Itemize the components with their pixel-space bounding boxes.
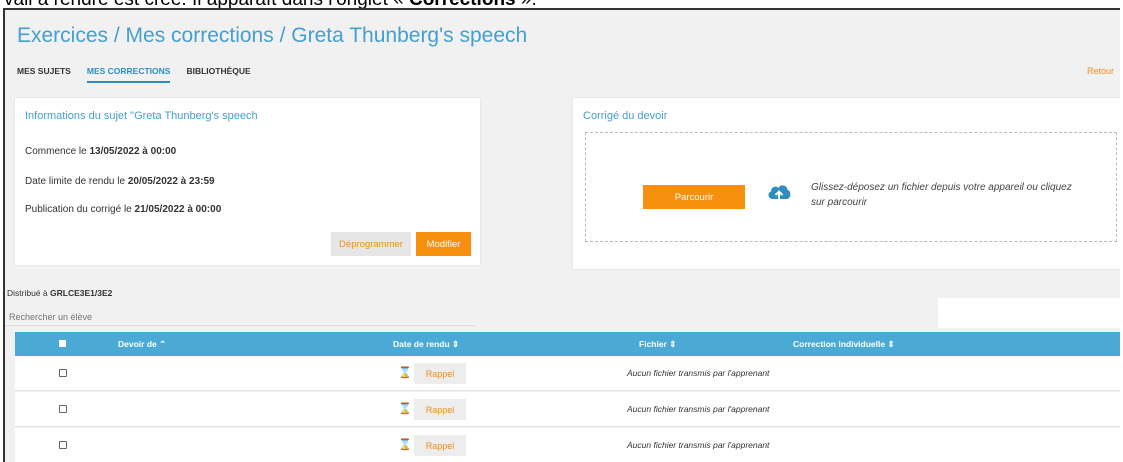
row-checkbox[interactable] <box>59 405 67 413</box>
modify-button[interactable]: Modifier <box>416 232 471 256</box>
file-status: Aucun fichier transmis par l'apprenant <box>627 404 770 414</box>
column-correction-individuelle[interactable]: Correction individuelle ⇕ <box>793 339 895 350</box>
row-checkbox[interactable] <box>59 369 67 377</box>
student-name-hidden <box>111 362 207 384</box>
hourglass-icon: ⌛ <box>398 367 412 379</box>
column-date-rendu[interactable]: Date de rendu ⇕ <box>393 339 459 350</box>
table-row: ⌛ Rappel Aucun fichier transmis par l'ap… <box>15 356 1120 391</box>
correction-card: Corrigé du devoir Parcourir Glissez-dépo… <box>573 98 1120 269</box>
student-name-hidden <box>111 398 207 420</box>
hourglass-icon: ⌛ <box>398 439 412 451</box>
browse-button[interactable]: Parcourir <box>643 185 745 209</box>
hourglass-icon: ⌛ <box>398 403 412 415</box>
start-date-line: Commence le 13/05/2022 à 00:00 <box>25 146 177 157</box>
table-row: ⌛ Rappel Aucun fichier transmis par l'ap… <box>15 428 1120 462</box>
deadline-line: Date limite de rendu le 20/05/2022 à 23:… <box>25 176 215 187</box>
reminder-button[interactable]: Rappel <box>414 435 466 456</box>
table-row: ⌛ Rappel Aucun fichier transmis par l'ap… <box>15 392 1120 427</box>
publication-line: Publication du corrigé le 21/05/2022 à 0… <box>25 204 222 215</box>
column-devoir-de[interactable]: Devoir de ⌃ <box>118 339 166 350</box>
app-frame: Exercices / Mes corrections / Greta Thun… <box>3 8 1120 462</box>
cloud-upload-icon <box>766 181 792 210</box>
document-caption: vail à rendre est créé. Il apparaît dans… <box>0 0 1123 8</box>
file-dropzone[interactable]: Parcourir Glissez-déposez un fichier dep… <box>585 132 1117 242</box>
deprogram-button[interactable]: Déprogrammer <box>331 232 411 256</box>
file-status: Aucun fichier transmis par l'apprenant <box>627 440 770 450</box>
tab-mes-corrections[interactable]: MES CORRECTIONS <box>86 66 171 83</box>
row-checkbox[interactable] <box>59 441 67 449</box>
subject-info-title: Informations du sujet "Greta Thunberg's … <box>25 110 258 122</box>
subject-info-card: Informations du sujet "Greta Thunberg's … <box>15 98 480 265</box>
file-status: Aucun fichier transmis par l'apprenant <box>627 368 770 378</box>
student-search-input[interactable] <box>5 308 475 326</box>
page-title: Exercices / Mes corrections / Greta Thun… <box>17 24 528 47</box>
reminder-button[interactable]: Rappel <box>414 399 466 420</box>
table-header: Devoir de ⌃ Date de rendu ⇕ Fichier ⇕ Co… <box>15 332 1120 356</box>
distribution-info: Distribué à GRLCE3E1/3E2 <box>7 288 113 298</box>
tab-mes-sujets[interactable]: MES SUJETS <box>17 66 71 83</box>
tab-bar: MES SUJETS MES CORRECTIONS BIBLIOTHÈQUE <box>17 66 251 83</box>
column-fichier[interactable]: Fichier ⇕ <box>639 339 676 350</box>
reminder-button[interactable]: Rappel <box>414 363 466 384</box>
correction-title: Corrigé du devoir <box>583 110 668 122</box>
tab-bibliotheque[interactable]: BIBLIOTHÈQUE <box>186 66 250 83</box>
student-name-hidden <box>111 434 207 456</box>
select-all-checkbox[interactable] <box>59 340 66 347</box>
dropzone-instructions: Glissez-déposez un fichier depuis votre … <box>811 182 1072 208</box>
blank-panel <box>938 298 1120 328</box>
back-link[interactable]: Retour <box>1087 66 1114 76</box>
